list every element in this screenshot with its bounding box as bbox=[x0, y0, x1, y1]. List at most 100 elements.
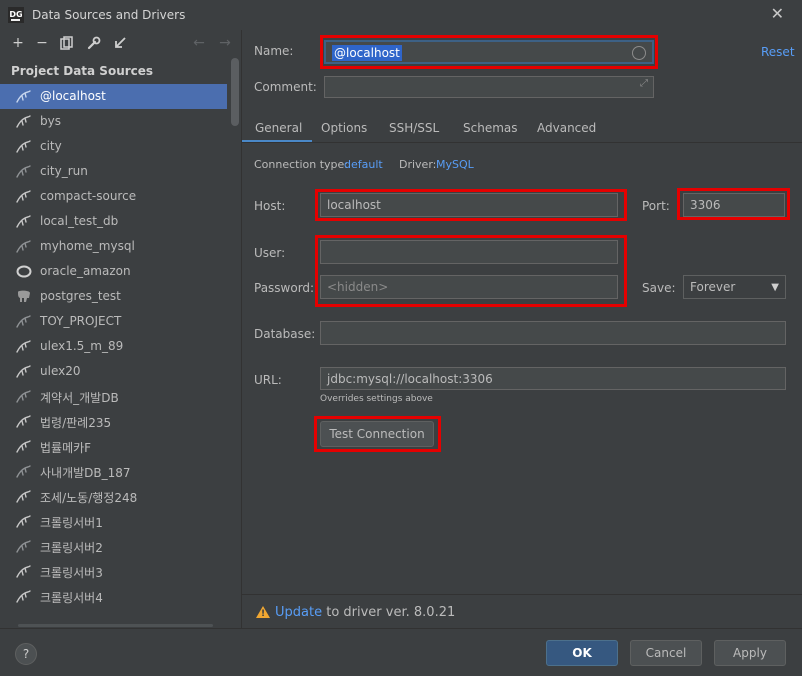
url-hint: Overrides settings above bbox=[320, 394, 433, 404]
data-source-item[interactable]: 계약서_개발DB bbox=[0, 384, 227, 409]
data-source-item[interactable]: 크롤링서버2 bbox=[0, 534, 227, 559]
sidebar-horizontal-scrollbar[interactable] bbox=[18, 624, 213, 627]
save-password-select[interactable]: Forever ▼ bbox=[683, 275, 786, 299]
data-source-label: 크롤링서버3 bbox=[40, 566, 103, 580]
highlight-box-port bbox=[677, 188, 790, 220]
expand-icon[interactable]: ⤢ bbox=[640, 77, 648, 95]
datagrip-app-icon: DG bbox=[8, 7, 24, 23]
warning-message: Update to driver ver. 8.0.21 bbox=[275, 605, 455, 620]
data-source-label: TOY_PROJECT bbox=[40, 314, 122, 328]
connection-type-link[interactable]: default bbox=[344, 158, 383, 171]
data-source-item[interactable]: 법령/판례235 bbox=[0, 409, 227, 434]
data-source-item[interactable]: myhome_mysql bbox=[0, 234, 227, 259]
sidebar-scrollbar[interactable] bbox=[231, 58, 239, 126]
wrench-icon[interactable] bbox=[85, 33, 103, 53]
mysql-dolphin-icon bbox=[16, 590, 32, 603]
data-source-item[interactable]: 크롤링서버1 bbox=[0, 509, 227, 534]
close-icon[interactable]: ✕ bbox=[771, 5, 784, 23]
highlight-box-host bbox=[315, 189, 627, 221]
data-source-item[interactable]: 사내개발DB_187 bbox=[0, 459, 227, 484]
data-source-label: compact-source bbox=[40, 189, 137, 203]
save-value: Forever bbox=[690, 280, 736, 294]
url-value: jdbc:mysql://localhost:3306 bbox=[327, 372, 493, 386]
highlight-box-name bbox=[320, 35, 658, 69]
mysql-dolphin-icon bbox=[16, 340, 32, 353]
data-source-label: city bbox=[40, 139, 62, 153]
port-label: Port: bbox=[642, 199, 670, 213]
duplicate-icon[interactable] bbox=[58, 33, 76, 53]
tab-advanced[interactable]: Advanced bbox=[537, 121, 596, 135]
mysql-dolphin-icon bbox=[16, 315, 32, 328]
mysql-dolphin-icon bbox=[16, 165, 32, 178]
dropdown-arrow-icon: ▼ bbox=[771, 282, 779, 293]
mysql-dolphin-icon bbox=[16, 240, 32, 253]
data-source-label: 법률메카F bbox=[40, 441, 92, 455]
data-source-label: postgres_test bbox=[40, 289, 121, 303]
mysql-dolphin-icon bbox=[16, 140, 32, 153]
back-arrow-icon[interactable]: ← bbox=[190, 33, 208, 53]
project-data-sources-heading: Project Data Sources bbox=[11, 64, 154, 78]
data-source-item[interactable]: bys bbox=[0, 109, 227, 134]
help-button[interactable]: ? bbox=[15, 643, 37, 665]
warning-exclamation: ! bbox=[261, 609, 266, 619]
data-source-item[interactable]: @localhost bbox=[0, 84, 227, 109]
tab-schemas[interactable]: Schemas bbox=[463, 121, 518, 135]
data-source-label: city_run bbox=[40, 164, 88, 178]
data-source-item[interactable]: city_run bbox=[0, 159, 227, 184]
data-source-item[interactable]: 법률메카F bbox=[0, 434, 227, 459]
tab-options[interactable]: Options bbox=[321, 121, 367, 135]
data-source-item[interactable]: ulex20 bbox=[0, 359, 227, 384]
data-source-label: 사내개발DB_187 bbox=[40, 466, 131, 480]
data-source-item[interactable]: 조세/노동/행정248 bbox=[0, 484, 227, 509]
data-source-list: @localhost bys city city_run compact-source l… bbox=[0, 84, 227, 609]
highlight-box-credentials bbox=[315, 235, 627, 307]
mysql-dolphin-icon bbox=[16, 90, 32, 103]
driver-link[interactable]: MySQL bbox=[436, 158, 474, 171]
data-source-item[interactable]: local_test_db bbox=[0, 209, 227, 234]
mysql-dolphin-icon bbox=[16, 565, 32, 578]
data-source-item[interactable]: city bbox=[0, 134, 227, 159]
comment-label: Comment: bbox=[254, 80, 317, 94]
data-source-item[interactable]: oracle_amazon bbox=[0, 259, 227, 284]
url-label: URL: bbox=[254, 373, 282, 387]
comment-input[interactable]: ⤢ bbox=[324, 76, 654, 98]
data-source-item[interactable]: ulex1.5_m_89 bbox=[0, 334, 227, 359]
url-input[interactable]: jdbc:mysql://localhost:3306 bbox=[320, 367, 786, 390]
data-source-label: 크롤링서버2 bbox=[40, 541, 103, 555]
ok-button[interactable]: OK bbox=[546, 640, 618, 666]
mysql-dolphin-icon bbox=[16, 440, 32, 453]
data-source-item[interactable]: postgres_test bbox=[0, 284, 227, 309]
oracle-icon bbox=[16, 265, 32, 278]
mysql-dolphin-icon bbox=[16, 415, 32, 428]
tab-divider bbox=[242, 142, 802, 143]
apply-button[interactable]: Apply bbox=[714, 640, 786, 666]
dialog-footer: ? OK Cancel Apply bbox=[0, 628, 802, 676]
forward-arrow-icon[interactable]: → bbox=[216, 33, 234, 53]
import-icon[interactable] bbox=[111, 33, 129, 53]
data-source-label: local_test_db bbox=[40, 214, 119, 228]
data-source-item[interactable]: 크롤링서버3 bbox=[0, 559, 227, 584]
mysql-dolphin-icon bbox=[16, 115, 32, 128]
mysql-dolphin-icon bbox=[16, 515, 32, 528]
data-source-label: 법령/판례235 bbox=[40, 416, 112, 430]
data-source-item[interactable]: compact-source bbox=[0, 184, 227, 209]
remove-icon[interactable]: − bbox=[33, 33, 51, 53]
sidebar: + − ← → Project Data Sources @localhost b… bbox=[0, 30, 242, 628]
tab-ssh-ssl[interactable]: SSH/SSL bbox=[389, 121, 439, 135]
mysql-dolphin-icon bbox=[16, 490, 32, 503]
database-input[interactable] bbox=[320, 321, 786, 345]
add-icon[interactable]: + bbox=[9, 33, 27, 53]
highlight-box-test-connection bbox=[314, 416, 441, 452]
mysql-dolphin-icon bbox=[16, 365, 32, 378]
update-driver-link[interactable]: Update bbox=[275, 605, 322, 620]
data-source-label: bys bbox=[40, 114, 61, 128]
data-source-item[interactable]: TOY_PROJECT bbox=[0, 309, 227, 334]
mysql-dolphin-icon bbox=[16, 540, 32, 553]
reset-link[interactable]: Reset bbox=[761, 45, 795, 59]
data-source-label: 조세/노동/행정248 bbox=[40, 491, 138, 505]
mysql-dolphin-icon bbox=[16, 465, 32, 478]
host-label: Host: bbox=[254, 199, 286, 213]
data-source-item[interactable]: 크롤링서버4 bbox=[0, 584, 227, 609]
tab-general[interactable]: General bbox=[255, 121, 302, 135]
cancel-button[interactable]: Cancel bbox=[630, 640, 702, 666]
